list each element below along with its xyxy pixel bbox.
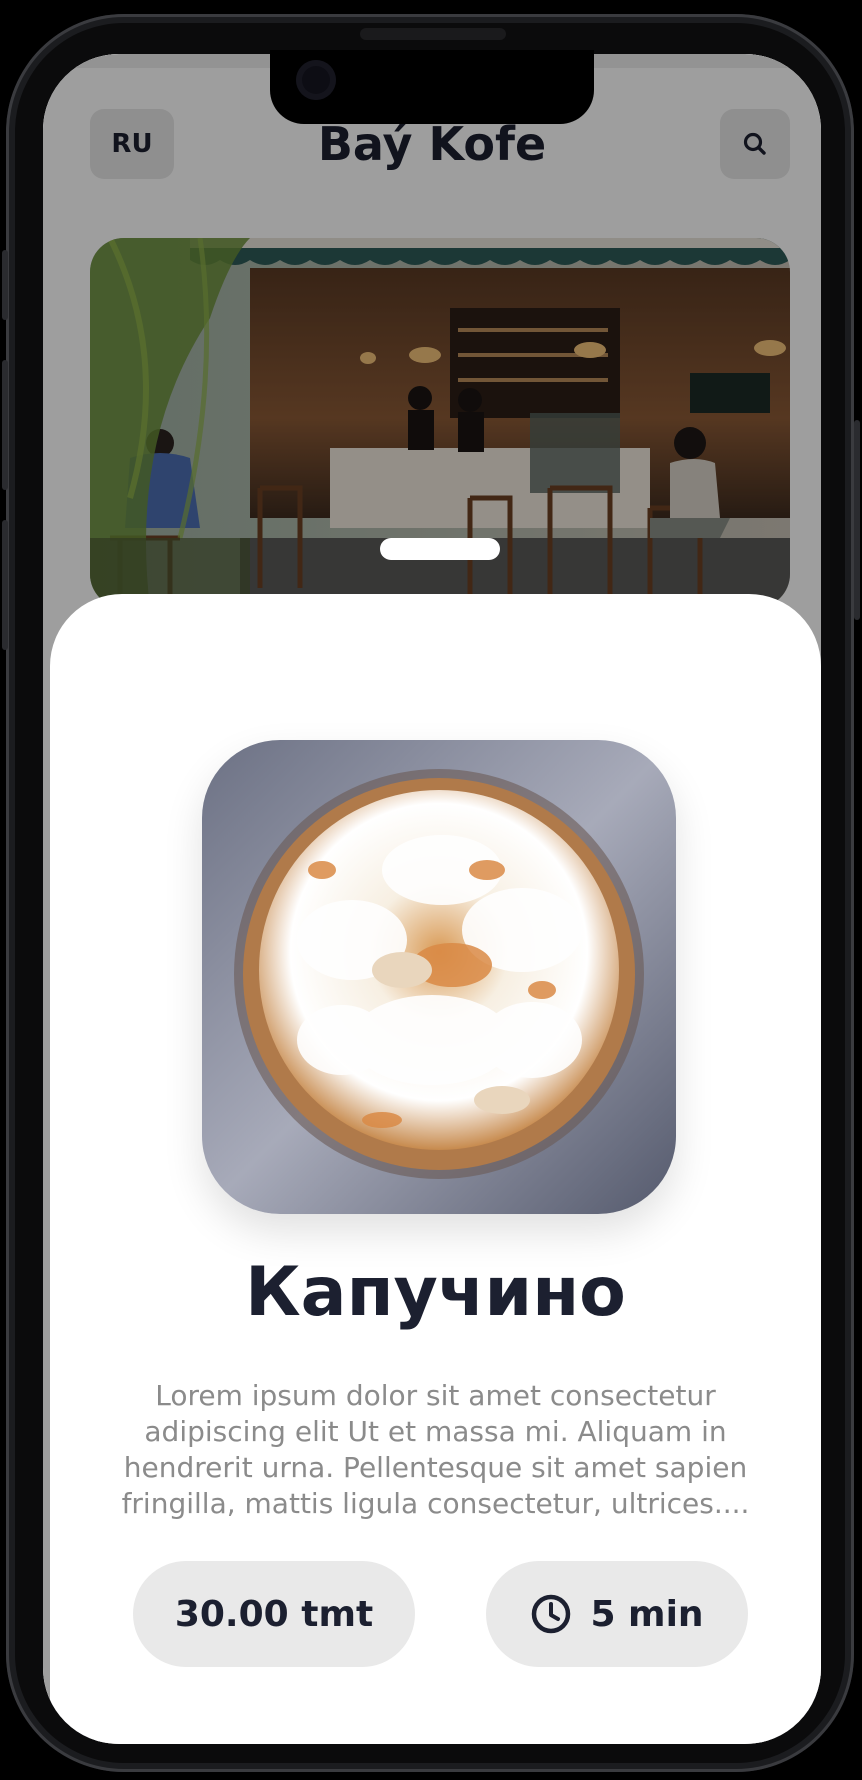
prep-time-label: 5 min bbox=[590, 1593, 704, 1635]
app-screen: RU Baý Kofe Капучино Lorem ipsum dolor s… bbox=[43, 54, 821, 1744]
sheet-drag-handle[interactable] bbox=[380, 538, 500, 560]
earpiece-speaker bbox=[360, 28, 506, 40]
volume-down-button bbox=[2, 520, 8, 650]
price-badge: 30.00 tmt bbox=[133, 1561, 415, 1667]
clock-icon bbox=[532, 1594, 571, 1634]
power-button bbox=[854, 420, 860, 620]
whipped-cream-coffee-photo bbox=[202, 740, 676, 1214]
product-sheet: Капучино Lorem ipsum dolor sit amet cons… bbox=[50, 594, 821, 1744]
product-name: Капучино bbox=[245, 1253, 626, 1332]
prep-time-badge: 5 min bbox=[486, 1561, 748, 1667]
mute-switch bbox=[2, 250, 8, 320]
front-camera bbox=[296, 60, 336, 100]
product-description: Lorem ipsum dolor sit amet consectetur a… bbox=[121, 1379, 750, 1520]
volume-up-button bbox=[2, 360, 8, 490]
price-label: 30.00 tmt bbox=[174, 1593, 374, 1635]
product-image bbox=[202, 740, 676, 1214]
